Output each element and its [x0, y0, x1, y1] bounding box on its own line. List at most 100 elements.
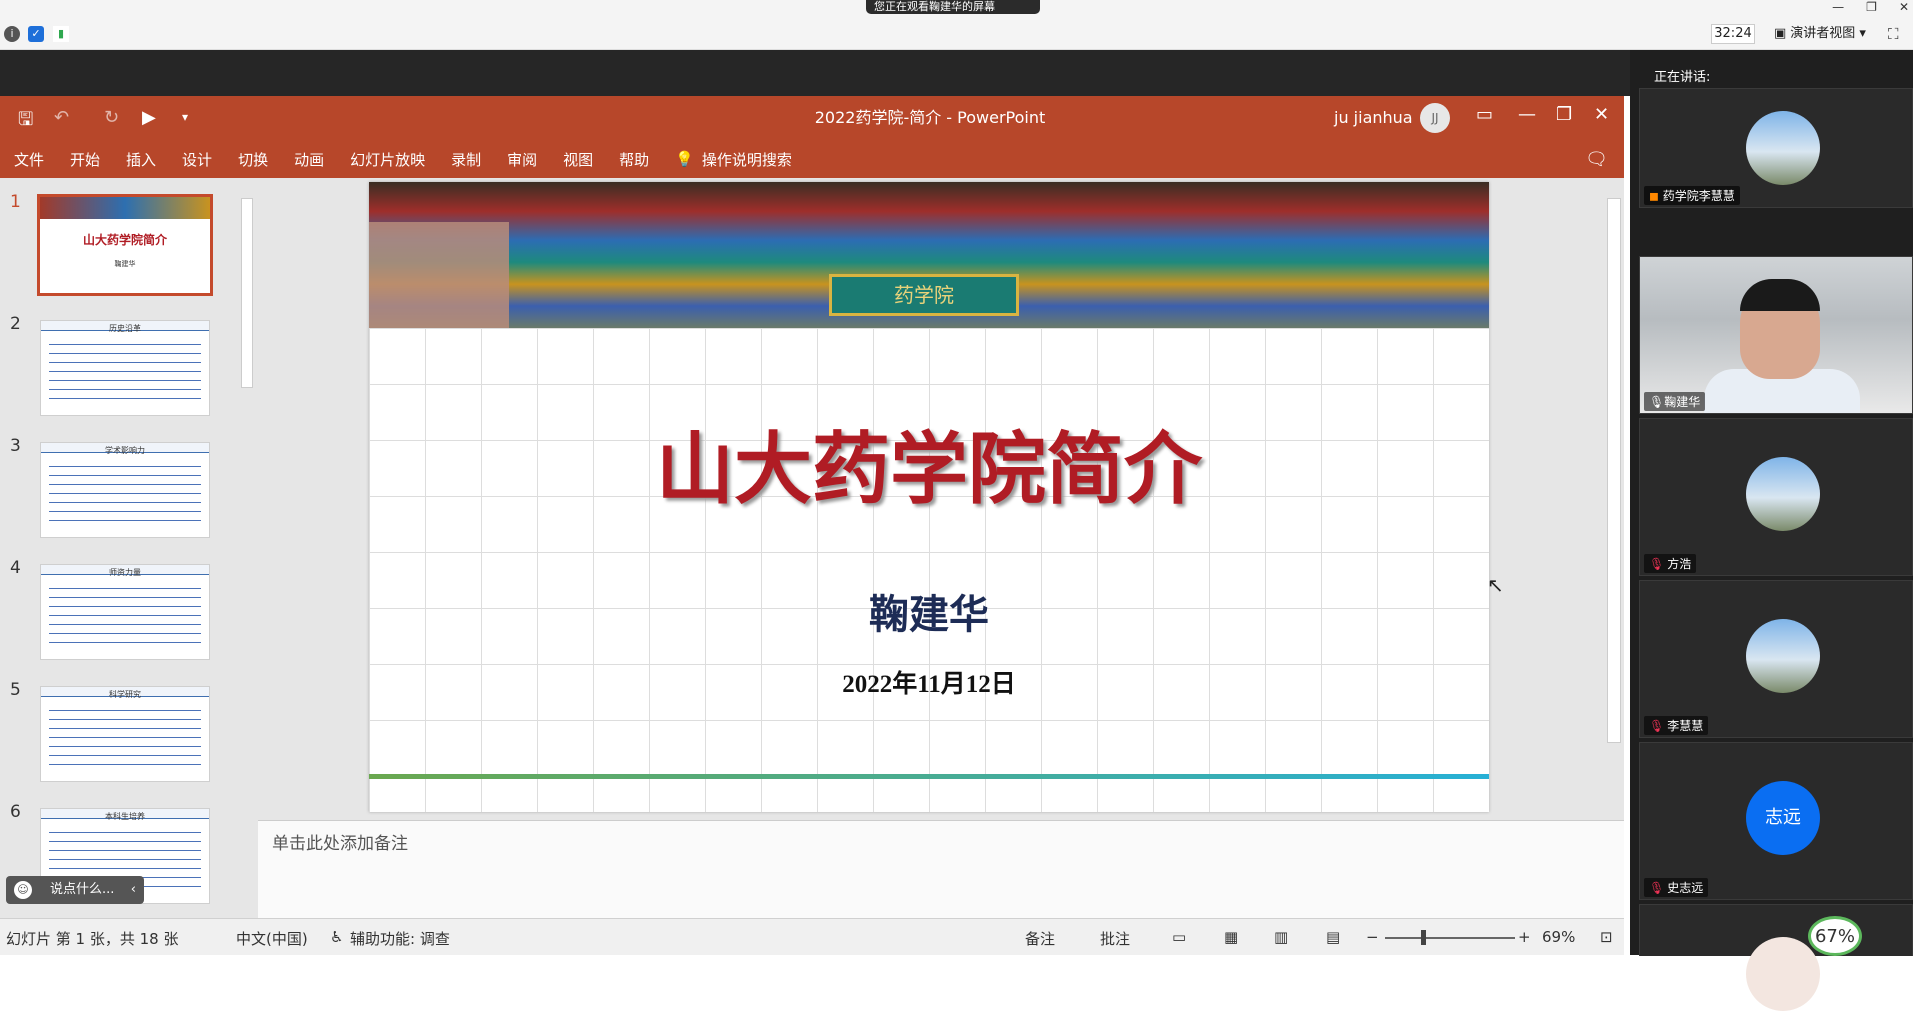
comments-icon[interactable]: 🗨	[1585, 149, 1608, 170]
zoom-in-icon[interactable]: +	[1518, 928, 1531, 946]
minimize-icon[interactable]: —	[1832, 0, 1844, 14]
slide-date[interactable]: 2022年11月12日	[369, 664, 1489, 700]
info-icon[interactable]: i	[4, 26, 20, 42]
tab-view[interactable]: 视图	[563, 149, 593, 170]
tab-help[interactable]: 帮助	[619, 149, 649, 170]
slideshow-from-start-icon[interactable]: ▶	[142, 107, 156, 128]
thumbnail-number: 4	[10, 558, 21, 578]
participant-tile[interactable]: 🎙 李慧慧	[1639, 580, 1913, 738]
signal-icon[interactable]: ▮	[53, 26, 69, 42]
participant-tile[interactable]	[1639, 904, 1913, 1011]
thumbnail-author: 鞠建华	[114, 260, 136, 268]
language-indicator[interactable]: 中文(中国)	[236, 928, 308, 949]
participant-tile[interactable]: 🎙 方浩	[1639, 418, 1913, 576]
thumbnail-title: 科学研究	[109, 690, 141, 699]
slide-thumbnail[interactable]: 学术影响力	[40, 442, 210, 538]
thumbnail-banner	[40, 197, 210, 219]
slide-thumbnail[interactable]: 山大药学院简介 鞠建华	[37, 194, 213, 296]
scrollbar-thumb[interactable]	[241, 198, 253, 388]
tab-animations[interactable]: 动画	[294, 149, 324, 170]
normal-view-icon[interactable]: ▭	[1172, 928, 1186, 946]
tell-me-search[interactable]: 操作说明搜索	[702, 149, 792, 170]
zoom-level[interactable]: 69%	[1542, 928, 1575, 946]
participant-video	[1640, 257, 1912, 413]
presenter-view-dropdown[interactable]: ▣ 演讲者视图 ▾	[1774, 24, 1866, 44]
tab-record[interactable]: 录制	[451, 149, 481, 170]
participant-name: 🎙 史志远	[1644, 878, 1709, 897]
reading-view-icon[interactable]: ▥	[1274, 928, 1288, 946]
slide[interactable]: 药学院 山大药学院简介 鞠建华 2022年11月12日	[369, 182, 1489, 812]
gate-plaque: 药学院	[829, 274, 1019, 316]
participant-name-text: 方浩	[1667, 557, 1692, 571]
accessibility-status[interactable]: 辅助功能: 调查	[350, 928, 450, 949]
minimize-icon[interactable]: —	[1518, 104, 1536, 125]
zoom-slider-knob[interactable]	[1421, 930, 1426, 945]
zoom-slider[interactable]	[1385, 937, 1515, 939]
notes-pane[interactable]: 单击此处添加备注	[258, 820, 1624, 918]
tab-transitions[interactable]: 切换	[238, 149, 268, 170]
customize-toolbar-icon[interactable]: ▾	[182, 110, 188, 124]
thumbnail-number: 6	[10, 802, 21, 822]
participant-name-text: 李慧慧	[1667, 719, 1704, 733]
shield-icon[interactable]: ✓	[28, 26, 44, 42]
comments-button[interactable]: 批注	[1100, 928, 1130, 949]
speaking-label: 正在讲话:	[1654, 70, 1711, 85]
restore-icon[interactable]: ❐	[1866, 0, 1877, 14]
tab-slideshow[interactable]: 幻灯片放映	[350, 149, 425, 170]
powerpoint-window: 🖫 ↶ ↻ ▶ ▾ 2022药学院-简介 - PowerPoint ju jia…	[0, 96, 1624, 955]
user-avatar[interactable]: JJ	[1420, 103, 1450, 133]
emoji-icon[interactable]: ☺	[14, 881, 32, 899]
chevron-left-icon[interactable]: ‹	[131, 876, 136, 904]
slide-scrollbar[interactable]	[1604, 178, 1624, 818]
tab-file[interactable]: 文件	[14, 149, 44, 170]
zoom-out-icon[interactable]: −	[1366, 928, 1379, 946]
tab-home[interactable]: 开始	[70, 149, 100, 170]
slide-sorter-icon[interactable]: ▦	[1224, 928, 1238, 946]
close-icon[interactable]: ✕	[1594, 104, 1609, 125]
participant-tile[interactable]: 🎙鞠建华	[1639, 256, 1913, 414]
thumbnail-title: 师资力量	[109, 568, 141, 577]
presenter-view-icon: ▣	[1774, 26, 1787, 41]
document-title: 2022药学院-简介 - PowerPoint	[814, 108, 1046, 127]
chevron-down-icon: ▾	[1859, 26, 1866, 41]
fullscreen-icon[interactable]: ⛶	[1888, 25, 1899, 43]
participant-avatar-initials: 志远	[1746, 781, 1820, 855]
tab-insert[interactable]: 插入	[126, 149, 156, 170]
participant-avatar	[1746, 111, 1820, 185]
tab-design[interactable]: 设计	[182, 149, 212, 170]
slide-thumbnail[interactable]: 科学研究	[40, 686, 210, 782]
user-name[interactable]: ju jianhua	[1334, 108, 1413, 127]
participant-name: 🎙 李慧慧	[1644, 716, 1709, 735]
accessibility-icon: ♿	[330, 928, 344, 946]
participant-tile[interactable]: ◼ 药学院李慧慧	[1639, 88, 1913, 208]
scrollbar-thumb[interactable]	[1607, 198, 1621, 743]
undo-icon[interactable]: ↶	[54, 107, 69, 128]
tab-review[interactable]: 审阅	[507, 149, 537, 170]
restore-icon[interactable]: ❐	[1556, 104, 1572, 125]
fit-slide-icon[interactable]: ⊡	[1600, 928, 1613, 946]
thumbnail-content	[49, 583, 201, 651]
thumbnail-scrollbar[interactable]	[238, 178, 256, 918]
mouse-cursor-icon: ↖	[1487, 573, 1504, 597]
meeting-topbar: 您正在观看鞠建华的屏幕 i ✓ ▮ — ❐ ✕ 32:24 ▣ 演讲者视图 ▾ …	[0, 0, 1913, 50]
progress-percentage: 67%	[1808, 916, 1862, 956]
slide-thumbnail[interactable]: 历史沿革	[40, 320, 210, 416]
redo-icon[interactable]: ↻	[104, 107, 119, 128]
slideshow-view-icon[interactable]: ▤	[1326, 928, 1340, 946]
ribbon-display-icon[interactable]: ▭	[1476, 104, 1493, 125]
thumbnail-title: 山大药学院简介	[82, 233, 167, 247]
participant-sidebar: 正在讲话: ◼ 药学院李慧慧 🎙鞠建华 🎙 方浩 🎙 李慧慧 志远 🎙 史志远	[1630, 50, 1913, 1011]
slide-thumbnail[interactable]: 师资力量	[40, 564, 210, 660]
chat-input[interactable]: ☺ 说点什么... ‹	[6, 876, 144, 904]
slide-author[interactable]: 鞠建华	[369, 582, 1489, 640]
participant-name-text: 药学院李慧慧	[1662, 189, 1735, 203]
participant-name: 🎙鞠建华	[1644, 392, 1706, 411]
notes-button[interactable]: 备注	[1025, 928, 1055, 949]
thumbnail-title: 本科生培养	[105, 812, 145, 821]
thumbnail-title: 历史沿革	[109, 324, 141, 333]
slide-title[interactable]: 山大药学院简介	[369, 407, 1489, 519]
save-icon[interactable]: 🖫	[18, 107, 33, 137]
participant-tile[interactable]: 志远 🎙 史志远	[1639, 742, 1913, 900]
close-icon[interactable]: ✕	[1899, 0, 1909, 14]
